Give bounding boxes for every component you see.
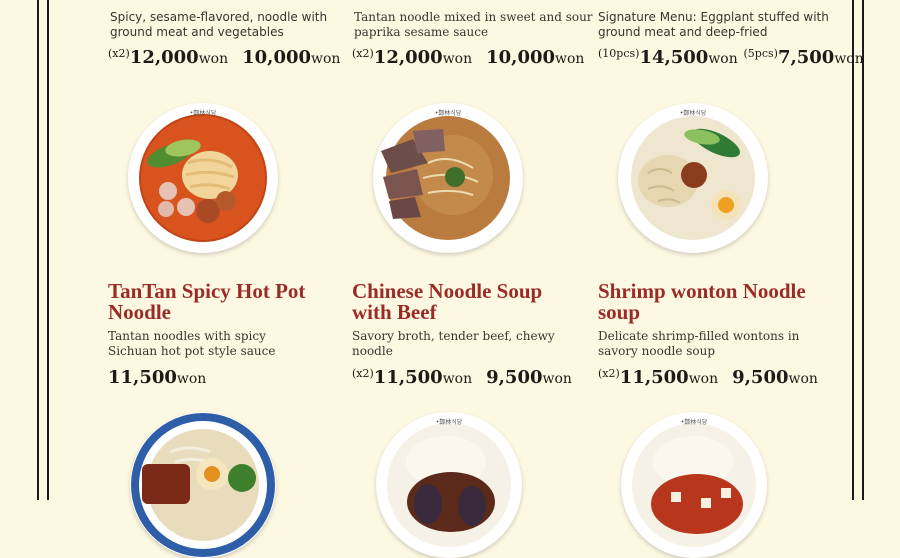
item-title: Shrimp wonton Noodle soup bbox=[598, 279, 806, 324]
item-description: Tantan noodle mixed in sweet and sour pa… bbox=[354, 10, 593, 39]
beef-noodle-soup-bowl-image: •鄭林식당 bbox=[373, 103, 523, 253]
left-border-inner bbox=[47, 0, 49, 500]
menu-item-top-2: Tantan noodle mixed in sweet and sour pa… bbox=[354, 10, 604, 40]
price-unit: won bbox=[834, 51, 864, 67]
menu-item-tantan-hotpot: TanTan Spicy Hot Pot Noodle Tantan noodl… bbox=[108, 281, 338, 359]
svg-text:•鄭林식당: •鄭林식당 bbox=[681, 418, 708, 426]
price-amount: 10,000 bbox=[242, 47, 312, 68]
menu-item-top-1: Spicy, sesame-flavored, noodle with grou… bbox=[110, 10, 360, 40]
svg-text:•鄭林식당: •鄭林식당 bbox=[190, 109, 217, 117]
price-unit: won bbox=[788, 371, 818, 387]
price-unit: won bbox=[198, 51, 229, 67]
mapo-tofu-rice-bowl-image: •鄭林식당 bbox=[621, 412, 767, 558]
item-description: Tantan noodles with spicy Sichuan hot po… bbox=[108, 329, 276, 358]
item-prices: (x2)12,000won 10,000won bbox=[352, 47, 584, 68]
mapo-eggplant-rice-bowl-image: •鄭林식당 bbox=[376, 412, 522, 558]
item-description: Savory broth, tender beef, chewy noodle bbox=[352, 329, 555, 358]
price-unit: won bbox=[555, 51, 585, 67]
braised-pork-noodle-bowl-image bbox=[130, 412, 276, 558]
price-amount: 9,500 bbox=[486, 367, 543, 388]
svg-text:•鄭林식당: •鄭林식당 bbox=[435, 109, 462, 117]
item-title: TanTan Spicy Hot Pot Noodle bbox=[108, 279, 306, 324]
price-unit: won bbox=[708, 51, 738, 67]
price-amount: 9,500 bbox=[732, 367, 789, 388]
shrimp-wonton-noodle-bowl-image: •鄭林식당 bbox=[618, 103, 768, 253]
price-amount: 11,500 bbox=[619, 367, 689, 388]
tantan-hotpot-bowl-image: •鄭林식당 bbox=[128, 103, 278, 253]
svg-text:•鄭林식당: •鄭林식당 bbox=[680, 109, 707, 117]
price-prefix: (x2) bbox=[352, 47, 374, 60]
item-prices: (x2)11,500won 9,500won bbox=[598, 367, 818, 388]
item-prices: (x2)12,000won 10,000won bbox=[108, 47, 340, 68]
price-amount: 12,000 bbox=[373, 47, 443, 68]
price-prefix: (x2) bbox=[352, 367, 374, 380]
price-amount: 10,000 bbox=[486, 47, 556, 68]
price-amount: 11,500 bbox=[108, 367, 177, 388]
price-unit: won bbox=[311, 51, 341, 67]
item-description: Delicate shrimp-filled wontons in savory… bbox=[598, 329, 800, 358]
menu-item-shrimp-wonton: Shrimp wonton Noodle soup Delicate shrim… bbox=[598, 281, 828, 359]
price-prefix: (5pcs) bbox=[743, 47, 778, 60]
menu-item-beef-noodle-soup: Chinese Noodle Soup with Beef Savory bro… bbox=[352, 281, 582, 359]
price-amount: 14,500 bbox=[639, 47, 709, 68]
price-amount: 12,000 bbox=[129, 47, 199, 68]
item-prices: 11,500won bbox=[108, 367, 206, 388]
item-description: Spicy, sesame-flavored, noodle with grou… bbox=[110, 10, 328, 39]
svg-text:•鄭林식당: •鄭林식당 bbox=[436, 418, 463, 426]
left-border-outer bbox=[37, 0, 39, 500]
price-unit: won bbox=[442, 51, 473, 67]
price-prefix: (x2) bbox=[598, 367, 620, 380]
item-description: Signature Menu: Eggplant stuffed with gr… bbox=[598, 10, 829, 39]
price-amount: 7,500 bbox=[777, 47, 835, 68]
right-border-inner bbox=[852, 0, 854, 500]
menu-item-top-3: Signature Menu: Eggplant stuffed with gr… bbox=[598, 10, 848, 40]
price-unit: won bbox=[442, 371, 473, 387]
price-amount: 11,500 bbox=[373, 367, 443, 388]
price-unit: won bbox=[542, 371, 572, 387]
price-unit: won bbox=[176, 371, 207, 387]
item-title: Chinese Noodle Soup with Beef bbox=[352, 279, 543, 324]
item-prices: (10pcs)14,500won (5pcs)7,500won bbox=[598, 47, 864, 68]
price-unit: won bbox=[688, 371, 719, 387]
price-prefix: (10pcs) bbox=[598, 47, 640, 60]
price-prefix: (x2) bbox=[108, 47, 130, 60]
item-prices: (x2)11,500won 9,500won bbox=[352, 367, 572, 388]
right-border-outer bbox=[862, 0, 864, 500]
